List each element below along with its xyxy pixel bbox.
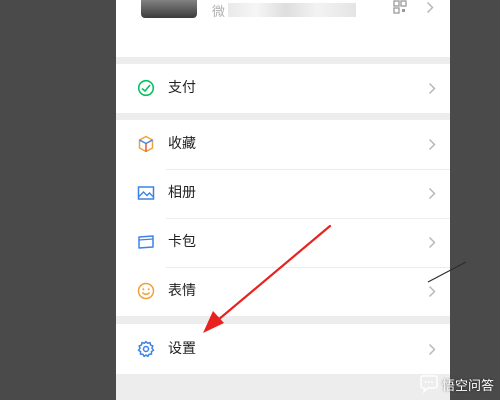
menu-item-label: 卡包 bbox=[168, 234, 196, 250]
menu-item-album[interactable]: 相册 bbox=[116, 169, 450, 218]
wechat-me-screen: 微 支付 收藏 相册 卡包 表情 设置 bbox=[116, 0, 450, 400]
watermark-text: 悟空问答 bbox=[441, 378, 494, 394]
menu-item-label: 相册 bbox=[168, 185, 196, 201]
menu-item-settings[interactable]: 设置 bbox=[116, 324, 450, 373]
menu-item-pay[interactable]: 支付 bbox=[116, 64, 450, 113]
profile-card[interactable]: 微 bbox=[116, 0, 450, 57]
chevron-right-icon bbox=[428, 138, 436, 151]
wechat-id-label: 微 bbox=[212, 5, 226, 20]
qr-code-icon[interactable] bbox=[393, 0, 407, 15]
watermark: 悟空问答 bbox=[419, 373, 494, 395]
settings-group: 设置 bbox=[116, 324, 450, 374]
wechat-id-blurred bbox=[228, 3, 356, 17]
chevron-right-icon bbox=[428, 187, 436, 200]
chevron-right-icon bbox=[428, 236, 436, 249]
card-wallet-icon bbox=[138, 235, 154, 249]
settings-gear-icon bbox=[137, 340, 155, 358]
menu-item-label: 收藏 bbox=[168, 136, 196, 152]
main-menu-group: 收藏 相册 卡包 表情 bbox=[116, 120, 450, 316]
sticker-smiley-icon bbox=[137, 282, 155, 300]
pay-group: 支付 bbox=[116, 64, 450, 113]
chevron-right-icon bbox=[426, 1, 434, 14]
menu-item-cards[interactable]: 卡包 bbox=[116, 218, 450, 267]
menu-item-label: 表情 bbox=[168, 283, 196, 299]
album-picture-icon bbox=[137, 186, 155, 200]
chevron-right-icon bbox=[428, 285, 436, 298]
menu-item-stickers[interactable]: 表情 bbox=[116, 267, 450, 316]
wechat-pay-icon bbox=[137, 79, 155, 97]
chevron-right-icon bbox=[428, 343, 436, 356]
menu-item-label: 设置 bbox=[168, 341, 196, 357]
favorites-cube-icon bbox=[138, 135, 154, 153]
menu-item-label: 支付 bbox=[168, 80, 196, 96]
wukong-logo-icon bbox=[420, 375, 438, 393]
avatar[interactable] bbox=[141, 0, 197, 18]
menu-item-favorites[interactable]: 收藏 bbox=[116, 120, 450, 169]
chevron-right-icon bbox=[428, 82, 436, 95]
